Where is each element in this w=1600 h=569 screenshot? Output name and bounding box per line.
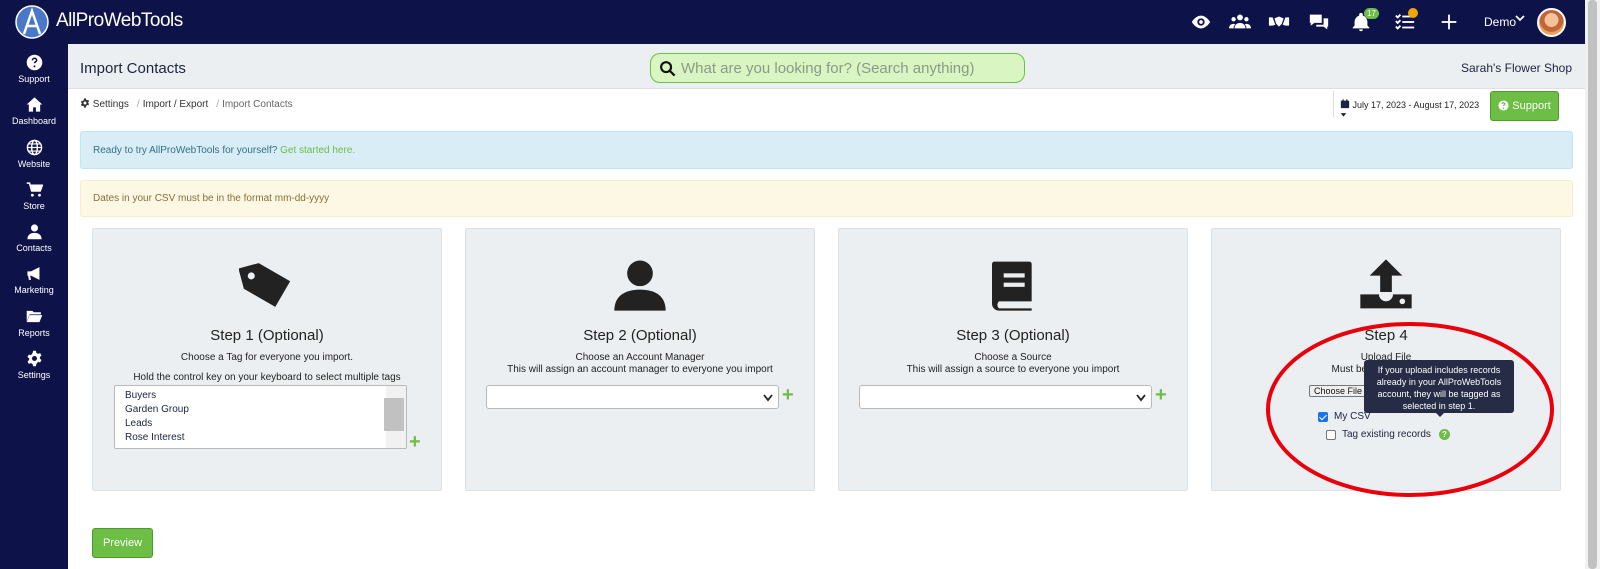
brand-name[interactable]: AllProWebTools xyxy=(56,10,183,32)
eye-icon[interactable] xyxy=(1190,11,1212,33)
chevron-down-icon xyxy=(1136,394,1146,402)
search-bar[interactable] xyxy=(650,53,1025,83)
comments-icon[interactable] xyxy=(1308,11,1330,33)
users-icon[interactable] xyxy=(1229,11,1251,33)
tasks-badge xyxy=(1408,8,1418,18)
bell-icon[interactable]: 17 xyxy=(1350,8,1379,33)
step1-title: Step 1 (Optional) xyxy=(210,327,324,344)
support-button[interactable]: Support xyxy=(1490,91,1559,121)
step3-title: Step 3 (Optional) xyxy=(956,327,1070,344)
preview-button[interactable]: Preview xyxy=(92,528,153,558)
tag-icon xyxy=(93,257,441,313)
add-account-manager-button[interactable]: + xyxy=(782,385,794,405)
tag-select-list[interactable]: Buyers Garden Group Leads Rose Interest xyxy=(114,385,407,449)
folder-open-icon xyxy=(26,310,42,323)
app-logo-icon[interactable] xyxy=(15,5,49,39)
sidebar-item-label: Reports xyxy=(18,328,50,338)
breadcrumb-separator: / xyxy=(216,99,220,110)
step2-title: Step 2 (Optional) xyxy=(583,327,697,344)
sidebar-item-label: Support xyxy=(18,74,50,84)
get-started-link[interactable]: Get started here. xyxy=(280,145,355,156)
page-title: Import Contacts xyxy=(80,60,186,77)
list-scrollbar[interactable] xyxy=(384,386,406,448)
user-menu[interactable]: Demo xyxy=(1484,15,1516,29)
step3-panel: Step 3 (Optional) Choose a Source This w… xyxy=(838,228,1188,491)
step1-description: Choose a Tag for everyone you import. xyxy=(180,352,354,363)
search-input[interactable] xyxy=(681,57,1011,79)
info-alert-text: Ready to try AllProWebTools for yourself… xyxy=(93,145,278,156)
add-tag-button[interactable]: + xyxy=(409,432,421,452)
scrollbar-thumb[interactable] xyxy=(1588,0,1597,569)
sidebar-item-marketing[interactable]: Marketing xyxy=(0,265,68,305)
sidebar: Support Dashboard Website Store Contacts… xyxy=(0,44,68,569)
question-circle-icon xyxy=(26,54,42,71)
account-manager-select[interactable] xyxy=(486,385,779,409)
add-source-button[interactable]: + xyxy=(1155,385,1167,405)
chevron-down-icon xyxy=(763,394,773,402)
list-scrollbar-thumb[interactable] xyxy=(384,398,404,431)
support-button-label: Support xyxy=(1512,100,1551,112)
sidebar-item-label: Dashboard xyxy=(11,116,57,126)
info-alert: Ready to try AllProWebTools for yourself… xyxy=(80,131,1573,169)
avatar[interactable] xyxy=(1537,8,1566,37)
home-icon xyxy=(26,97,42,112)
user-icon xyxy=(466,257,814,313)
step2-panel: Step 2 (Optional) Choose an Account Mana… xyxy=(465,228,815,491)
page-scrollbar[interactable] xyxy=(1585,0,1600,569)
sidebar-item-label: Contacts xyxy=(16,243,52,253)
user-icon xyxy=(26,224,42,240)
chevron-down-icon[interactable] xyxy=(1515,13,1525,23)
top-navbar: AllProWebTools 17 Demo xyxy=(0,0,1585,44)
tag-option[interactable]: Buyers xyxy=(115,386,406,403)
gear-icon xyxy=(26,350,42,367)
date-range-picker[interactable]: July 17, 2023 - August 17, 2023 xyxy=(1333,91,1486,117)
handshake-icon[interactable] xyxy=(1268,11,1290,33)
tag-option[interactable]: Leads xyxy=(115,417,406,431)
gear-icon xyxy=(80,98,90,108)
tag-option[interactable]: Garden Group xyxy=(115,403,406,417)
breadcrumb-settings[interactable]: Settings xyxy=(93,99,129,110)
step1-hint: Hold the control key on your keyboard to… xyxy=(133,372,401,383)
sidebar-item-website[interactable]: Website xyxy=(0,139,68,179)
globe-icon xyxy=(26,139,42,156)
step2-hint: This will assign an account manager to e… xyxy=(507,364,773,375)
breadcrumb-import-export[interactable]: Import / Export xyxy=(143,99,209,110)
caret-down-icon xyxy=(1340,113,1347,117)
sidebar-item-store[interactable]: Store xyxy=(0,181,68,221)
source-select[interactable] xyxy=(859,385,1152,409)
plus-icon[interactable] xyxy=(1438,11,1460,33)
highlight-ellipse xyxy=(1266,322,1554,497)
date-range-value: July 17, 2023 - August 17, 2023 xyxy=(1352,100,1480,110)
sidebar-item-label: Marketing xyxy=(14,285,54,295)
step3-hint: This will assign a source to everyone yo… xyxy=(906,364,1120,375)
shop-name[interactable]: Sarah's Flower Shop xyxy=(1461,61,1572,75)
sidebar-item-label: Settings xyxy=(17,370,51,380)
breadcrumb-separator: / xyxy=(136,99,140,110)
sidebar-item-reports[interactable]: Reports xyxy=(0,308,68,348)
sidebar-item-label: Store xyxy=(23,201,45,211)
book-icon xyxy=(839,257,1187,313)
bullhorn-icon xyxy=(26,267,39,280)
tag-option[interactable]: Rose Interest xyxy=(115,431,406,445)
sidebar-item-dashboard[interactable]: Dashboard xyxy=(0,96,68,136)
sidebar-item-support[interactable]: Support xyxy=(0,54,68,94)
upload-icon xyxy=(1212,257,1560,313)
step1-panel: Step 1 (Optional) Choose a Tag for every… xyxy=(92,228,442,491)
sidebar-item-label: Website xyxy=(17,159,51,169)
search-icon xyxy=(660,61,676,77)
notification-badge: 17 xyxy=(1364,8,1379,19)
step3-description: Choose a Source xyxy=(974,352,1052,363)
sidebar-item-contacts[interactable]: Contacts xyxy=(0,223,68,263)
date-format-warning: Dates in your CSV must be in the format … xyxy=(80,180,1573,217)
calendar-icon xyxy=(1340,99,1350,109)
sidebar-item-settings[interactable]: Settings xyxy=(0,350,68,390)
step2-description: Choose an Account Manager xyxy=(575,352,705,363)
tasks-icon[interactable] xyxy=(1394,8,1418,33)
breadcrumb-current: Import Contacts xyxy=(222,99,293,110)
breadcrumb: Settings / Import / Export / Import Contacts xyxy=(80,98,296,110)
cart-icon xyxy=(26,182,43,197)
question-circle-icon xyxy=(1498,100,1509,111)
